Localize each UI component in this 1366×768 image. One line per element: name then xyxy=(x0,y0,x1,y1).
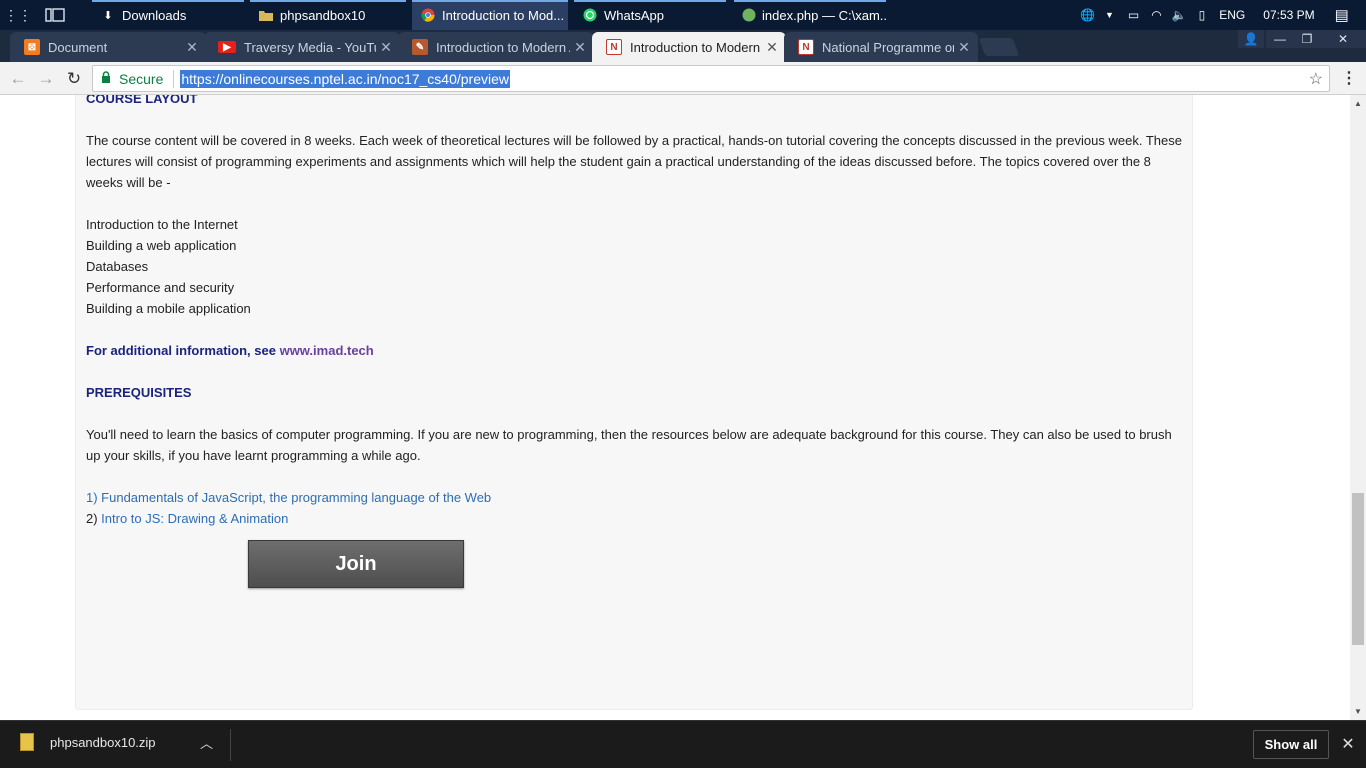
additional-info-label: For additional information, see xyxy=(86,343,280,358)
taskbar-app-downloads[interactable]: ⬇ Downloads xyxy=(92,0,244,30)
topic-item: Performance and security xyxy=(86,280,235,295)
download-item[interactable]: phpsandbox10.zip xyxy=(20,733,156,751)
task-view-icon[interactable] xyxy=(42,0,68,30)
editor-icon xyxy=(742,7,756,23)
scroll-down-icon[interactable]: ▼ xyxy=(1350,703,1366,720)
resource-number: 1) xyxy=(86,490,102,505)
clock[interactable]: 07:53 PM xyxy=(1263,8,1314,22)
tab-document[interactable]: ⊠ Document ✕ xyxy=(10,32,206,62)
tab-nptel[interactable]: N National Programme on Technology Enhan… xyxy=(784,32,978,62)
resource-number: 2) xyxy=(86,511,102,526)
language-indicator[interactable]: ENG xyxy=(1219,8,1245,22)
close-tab-icon[interactable]: ✕ xyxy=(570,39,590,56)
browser-tab-strip: ⊠ Document ✕ ▶ Traversy Media - YouTube … xyxy=(0,30,1366,62)
bookmark-star-icon[interactable]: ☆ xyxy=(1309,69,1323,89)
taskbar-app-label: phpsandbox10 xyxy=(280,7,366,23)
chevron-up-icon[interactable]: ︿ xyxy=(200,733,213,752)
minimize-icon[interactable]: — xyxy=(1266,30,1294,48)
close-tab-icon[interactable]: ✕ xyxy=(376,39,396,56)
network-globe-icon[interactable]: 🌐 xyxy=(1080,8,1095,22)
download-arrow-icon: ⬇ xyxy=(103,9,113,22)
start-grid-icon[interactable]: ⋮⋮ xyxy=(4,0,32,30)
nptel-icon: N xyxy=(798,39,814,55)
omnibox-separator xyxy=(173,69,175,88)
tab-active-course[interactable]: N Introduction to Modern Application Dev… xyxy=(592,32,786,62)
volume-icon[interactable]: 🔈 xyxy=(1172,8,1187,22)
resource-item: 2) Intro to JS: Drawing & Animation xyxy=(86,508,288,529)
taskbar-app-editor[interactable]: index.php — C:\xam... xyxy=(734,0,886,30)
device-icon[interactable]: ▯ xyxy=(1199,8,1206,22)
resource-link-js-drawing[interactable]: Intro to JS: Drawing & Animation xyxy=(101,511,288,526)
whatsapp-icon xyxy=(582,7,598,23)
tab-title: Introduction to Modern Application Devel… xyxy=(630,39,762,55)
topic-item: Building a web application xyxy=(86,238,237,253)
taskbar-app-label: index.php — C:\xam... xyxy=(762,7,886,23)
url-text[interactable]: https://onlinecourses.nptel.ac.in/noc17_… xyxy=(180,69,510,88)
chrome-icon xyxy=(420,7,436,23)
xampp-icon: ⊠ xyxy=(24,39,40,55)
system-tray: 🌐 ▼ ▭ ◠ 🔈 ▯ ENG 07:53 PM ▤ xyxy=(1080,0,1349,30)
forward-arrow-icon[interactable]: → xyxy=(35,68,57,90)
notifications-icon[interactable]: ▤ xyxy=(1335,6,1349,24)
topic-item: Building a mobile application xyxy=(86,301,251,316)
download-shelf: phpsandbox10.zip ︿ Show all ✕ xyxy=(0,720,1366,768)
course-intro-paragraph: The course content will be covered in 8 … xyxy=(86,133,1182,190)
secure-label: Secure xyxy=(119,70,164,87)
restore-icon[interactable]: ❐ xyxy=(1294,30,1320,48)
close-tab-icon[interactable]: ✕ xyxy=(762,39,782,56)
scrollbar-thumb[interactable] xyxy=(1352,493,1364,645)
taskbar-app-folder[interactable]: phpsandbox10 xyxy=(250,0,406,30)
address-bar[interactable]: Secure https://onlinecourses.nptel.ac.in… xyxy=(92,65,1330,92)
new-tab-button[interactable] xyxy=(978,38,1020,56)
taskbar-app-label: WhatsApp xyxy=(604,7,664,23)
back-arrow-icon[interactable]: ← xyxy=(7,68,29,90)
lock-icon xyxy=(101,71,113,86)
browser-toolbar: ← → ↻ Secure https://onlinecourses.nptel… xyxy=(0,62,1366,95)
taskbar-app-label: Downloads xyxy=(122,7,187,23)
resource-link-js-fundamentals[interactable]: Fundamentals of JavaScript, the programm… xyxy=(101,490,491,505)
close-window-icon[interactable]: ✕ xyxy=(1320,30,1366,48)
join-button[interactable]: Join xyxy=(248,540,464,588)
course-icon: ✎ xyxy=(412,39,428,55)
download-filename: phpsandbox10.zip xyxy=(50,734,156,750)
resource-item: 1) Fundamentals of JavaScript, the progr… xyxy=(86,487,491,508)
topic-item: Databases xyxy=(86,259,149,274)
tab-title: Introduction to Modern Application Devel… xyxy=(436,39,570,55)
tab-title: Traversy Media - YouTube xyxy=(244,39,376,55)
shelf-divider xyxy=(230,729,231,761)
tab-traversy[interactable]: ▶ Traversy Media - YouTube ✕ xyxy=(204,32,400,62)
tab-course-preview[interactable]: ✎ Introduction to Modern Application Dev… xyxy=(398,32,594,62)
taskbar-app-whatsapp[interactable]: WhatsApp xyxy=(574,0,726,30)
nptel-icon: N xyxy=(606,39,622,55)
topics-list: Introduction to the Internet Building a … xyxy=(86,214,251,319)
folder-icon xyxy=(258,7,274,23)
page-scrollbar[interactable]: ▲ ▼ xyxy=(1350,95,1366,720)
tab-title: National Programme on Technology Enhance… xyxy=(822,39,954,55)
scroll-up-icon[interactable]: ▲ xyxy=(1350,95,1366,112)
zip-file-icon xyxy=(20,733,34,751)
taskbar-app-label: Introduction to Mod... xyxy=(442,7,565,23)
topic-item: Introduction to the Internet xyxy=(86,217,238,232)
profile-icon[interactable]: 👤 xyxy=(1238,30,1264,48)
prerequisites-paragraph: You'll need to learn the basics of compu… xyxy=(86,427,1172,463)
additional-info: For additional information, see www.imad… xyxy=(86,340,374,361)
prerequisites-heading: PREREQUISITES xyxy=(86,385,192,400)
close-shelf-icon[interactable]: ✕ xyxy=(1338,733,1358,755)
page-viewport: COURSE LAYOUT The course content will be… xyxy=(0,95,1350,720)
close-tab-icon[interactable]: ✕ xyxy=(182,39,202,56)
chrome-menu-icon[interactable]: ⋮ xyxy=(1340,67,1358,89)
youtube-icon: ▶ xyxy=(218,41,236,53)
imad-link[interactable]: www.imad.tech xyxy=(280,343,374,358)
wifi-icon[interactable]: ◠ xyxy=(1151,8,1161,22)
battery-icon[interactable]: ▭ xyxy=(1128,8,1139,22)
show-all-button[interactable]: Show all xyxy=(1253,730,1329,759)
tray-expand-icon[interactable]: ▼ xyxy=(1105,10,1114,20)
close-tab-icon[interactable]: ✕ xyxy=(954,39,974,56)
reload-icon[interactable]: ↻ xyxy=(63,68,85,90)
course-layout-heading: COURSE LAYOUT xyxy=(86,95,198,106)
windows-taskbar: ⋮⋮ ⬇ Downloads phpsandbox10 Introduction… xyxy=(0,0,1366,30)
tab-title: Document xyxy=(48,39,108,55)
taskbar-app-chrome[interactable]: Introduction to Mod... xyxy=(412,0,568,30)
